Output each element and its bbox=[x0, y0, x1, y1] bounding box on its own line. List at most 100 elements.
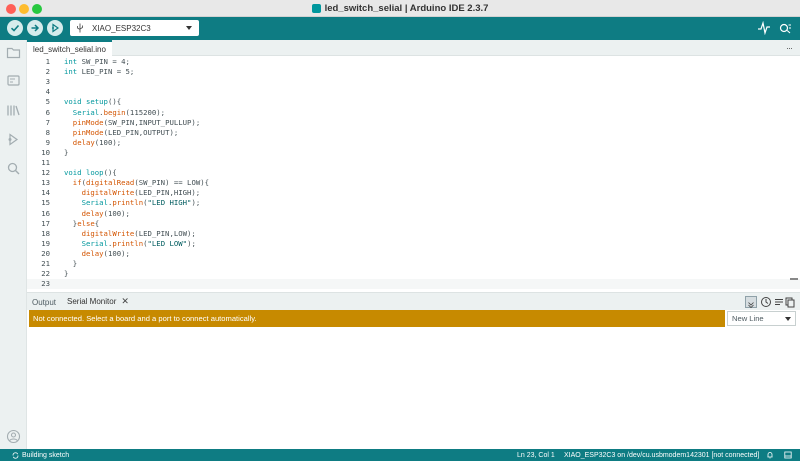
line-number: 16 bbox=[41, 208, 50, 218]
close-tab-icon[interactable]: ✕ bbox=[121, 296, 129, 307]
build-status: Building sketch bbox=[12, 449, 69, 461]
build-status-text: Building sketch bbox=[22, 451, 70, 459]
timestamp-icon[interactable] bbox=[760, 296, 772, 308]
code-editor[interactable]: 1 2 3 4 5 6 7 8 9 10 11 12 13 14 15 16 17 18 19 20 21 22 23 in… bbox=[27, 56, 800, 292]
line-ending-select[interactable]: New Line bbox=[727, 311, 796, 326]
code-token: Serial bbox=[81, 198, 108, 208]
folder-icon[interactable] bbox=[6, 45, 21, 60]
tab-output[interactable]: Output bbox=[32, 293, 56, 311]
file-tab[interactable]: led_switch_selial.ino bbox=[27, 40, 112, 56]
code-token: int bbox=[64, 67, 78, 77]
chevron-down-icon bbox=[186, 26, 192, 30]
code-line[interactable]: } bbox=[64, 269, 68, 279]
code-line[interactable]: void loop(){ bbox=[64, 168, 117, 178]
code-token: begin bbox=[103, 107, 126, 117]
line-number: 12 bbox=[41, 168, 50, 178]
code-line[interactable]: pinMode(SW_PIN,INPUT_PULLUP); bbox=[64, 118, 200, 128]
code-token: ); bbox=[187, 238, 196, 248]
code-token: digitalWrite bbox=[81, 228, 135, 238]
code-line[interactable]: }else{ bbox=[64, 219, 99, 229]
copy-icon[interactable] bbox=[784, 296, 796, 308]
code-line[interactable]: void setup(){ bbox=[64, 97, 121, 107]
code-token: (){ bbox=[107, 97, 122, 107]
code-line[interactable]: } bbox=[64, 148, 68, 158]
line-number: 4 bbox=[45, 87, 50, 97]
code-line[interactable]: int LED_PIN = 5; bbox=[64, 67, 134, 77]
code-token: (LED_PIN,LOW); bbox=[134, 228, 196, 238]
line-number: 3 bbox=[45, 77, 50, 87]
file-tab-label: led_switch_selial.ino bbox=[33, 44, 106, 54]
code-line[interactable]: if(digitalRead(SW_PIN) == LOW){ bbox=[64, 178, 209, 188]
code-token: ); bbox=[191, 198, 201, 208]
code-line[interactable]: Serial.begin(115200); bbox=[64, 108, 165, 118]
code-line[interactable]: int SW_PIN = 4; bbox=[64, 57, 130, 67]
code-token: (100); bbox=[103, 248, 130, 258]
line-number: 23 bbox=[41, 279, 50, 289]
code-line[interactable]: digitalWrite(LED_PIN,LOW); bbox=[64, 229, 196, 239]
panel-toggle-icon[interactable] bbox=[784, 451, 792, 459]
code-token: void bbox=[64, 168, 82, 178]
line-number: 11 bbox=[41, 158, 50, 167]
code-token: void bbox=[64, 97, 82, 107]
code-token: else bbox=[77, 218, 95, 228]
code-line[interactable]: pinMode(LED_PIN,OUTPUT); bbox=[64, 128, 178, 138]
bell-icon[interactable] bbox=[766, 451, 774, 459]
code-token: loop bbox=[85, 168, 104, 178]
code-token: int bbox=[64, 57, 78, 66]
code-token: pinMode bbox=[72, 117, 104, 127]
search-icon[interactable] bbox=[6, 161, 21, 176]
magnifier-icon[interactable] bbox=[778, 21, 792, 35]
scroll-indicator[interactable] bbox=[790, 278, 798, 280]
debugger-icon bbox=[52, 23, 60, 33]
library-icon[interactable] bbox=[6, 103, 21, 118]
editor-tab-bar: led_switch_selial.ino ··· bbox=[27, 40, 800, 56]
code-token: (LED_PIN,HIGH); bbox=[134, 188, 201, 198]
code-token: if bbox=[72, 178, 82, 188]
code-token: (115200); bbox=[125, 107, 166, 117]
more-options-icon[interactable]: ··· bbox=[786, 43, 793, 53]
board-selector[interactable]: XIAO_ESP32C3 bbox=[70, 20, 199, 36]
chevrons-down-icon bbox=[748, 302, 754, 309]
code-line[interactable]: Serial.println("LED LOW"); bbox=[64, 239, 196, 249]
line-number: 19 bbox=[41, 238, 50, 248]
tab-serial-monitor[interactable]: Serial Monitor ✕ bbox=[67, 293, 129, 311]
cursor-position-text: Ln 23, Col 1 bbox=[517, 451, 555, 459]
line-number: 18 bbox=[41, 228, 50, 238]
serial-monitor-output[interactable] bbox=[27, 327, 800, 449]
code-line[interactable]: digitalWrite(LED_PIN,HIGH); bbox=[64, 188, 201, 198]
bottom-panel-tabs: Output Serial Monitor ✕ bbox=[27, 292, 800, 311]
code-token: { bbox=[94, 218, 100, 228]
debug-icon[interactable] bbox=[6, 132, 21, 147]
arrow-right-icon bbox=[31, 24, 40, 32]
account-icon[interactable] bbox=[6, 429, 21, 444]
code-line[interactable]: } bbox=[64, 259, 77, 269]
pulse-icon[interactable] bbox=[757, 21, 771, 35]
window-title-group: led_switch_selial | Arduino IDE 2.3.7 bbox=[0, 0, 800, 17]
code-line[interactable]: delay(100); bbox=[64, 138, 121, 148]
code-token: digitalRead bbox=[86, 178, 135, 188]
code-line[interactable]: Serial.println("LED HIGH"); bbox=[64, 198, 201, 208]
verify-button[interactable] bbox=[7, 20, 23, 36]
code-line[interactable]: delay(100); bbox=[64, 209, 130, 219]
debug-button[interactable] bbox=[47, 20, 63, 36]
code-token: Serial bbox=[72, 107, 100, 117]
code-token: } bbox=[64, 218, 78, 228]
code-token: } bbox=[64, 147, 69, 157]
code-token: LED_PIN = 5; bbox=[77, 67, 135, 77]
sync-icon bbox=[12, 451, 19, 459]
code-token: "LED LOW" bbox=[147, 238, 188, 248]
line-number: 6 bbox=[45, 107, 50, 117]
status-bar: Building sketch Ln 23, Col 1 XIAO_ESP32C… bbox=[0, 449, 800, 461]
board-connection-status[interactable]: XIAO_ESP32C3 on /dev/cu.usbmodem142301 [… bbox=[564, 449, 759, 461]
code-line[interactable]: delay(100); bbox=[64, 249, 130, 259]
upload-button[interactable] bbox=[27, 20, 43, 36]
code-area[interactable]: int SW_PIN = 4; int LED_PIN = 5; void setu… bbox=[64, 56, 784, 292]
board-icon[interactable] bbox=[6, 73, 21, 88]
cursor-position[interactable]: Ln 23, Col 1 bbox=[517, 449, 555, 461]
code-token: println bbox=[112, 238, 144, 248]
line-number: 13 bbox=[41, 178, 50, 188]
autoscroll-toggle[interactable] bbox=[745, 296, 757, 309]
